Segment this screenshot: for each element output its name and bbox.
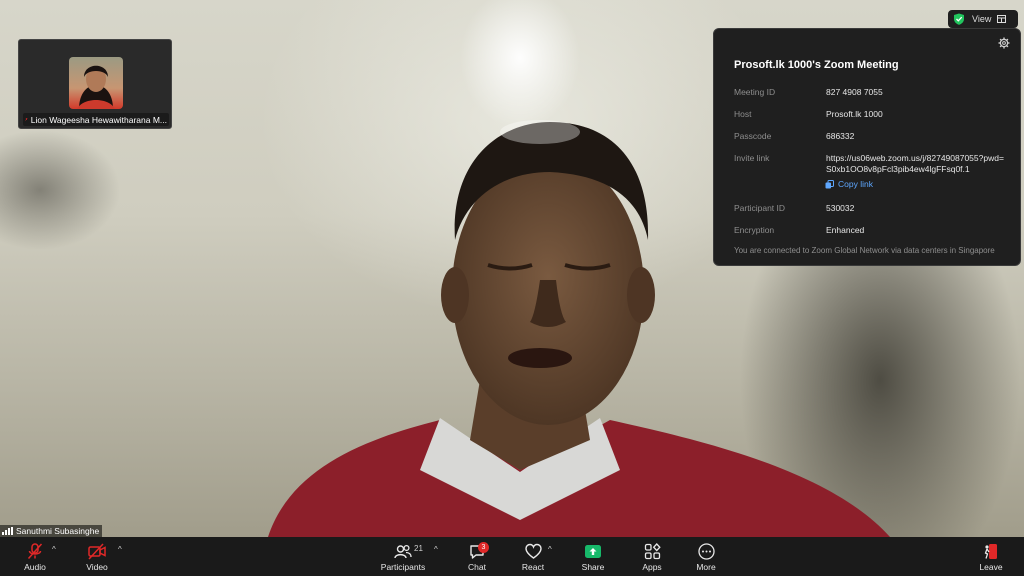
host-value: Prosoft.lk 1000: [826, 109, 883, 119]
more-label: More: [696, 562, 716, 572]
participants-options-chevron-icon[interactable]: ^: [434, 545, 438, 554]
participants-count: 21: [414, 544, 423, 553]
share-button[interactable]: Share: [578, 537, 608, 576]
passcode-value: 686332: [826, 131, 855, 141]
copy-icon: [825, 179, 834, 188]
participants-button[interactable]: Participants: [380, 537, 426, 576]
invite-link-value[interactable]: https://us06web.zoom.us/j/82749087055?pw…: [826, 153, 1006, 175]
share-screen-icon: [585, 545, 601, 558]
apps-label: Apps: [642, 562, 662, 572]
react-button[interactable]: React: [520, 537, 546, 576]
participant-name: Lion Wageesha Hewawitharana M...: [30, 114, 167, 125]
info-label: Passcode: [734, 131, 772, 141]
meeting-info-panel: Prosoft.lk 1000's Zoom Meeting Meeting I…: [713, 28, 1021, 266]
info-label: Encryption: [734, 225, 775, 235]
participant-id-value: 530032: [826, 203, 855, 213]
video-options-chevron-icon[interactable]: ^: [118, 545, 122, 554]
signal-bars-icon: [2, 527, 13, 535]
copy-link-button[interactable]: Copy link: [825, 179, 873, 189]
participant-name-tag: Lion Wageesha Hewawitharana M...: [23, 113, 169, 126]
react-options-chevron-icon[interactable]: ^: [548, 545, 552, 554]
info-label: Meeting ID: [734, 87, 776, 97]
camera-off-icon: [88, 543, 106, 560]
info-label: Participant ID: [734, 203, 786, 213]
meeting-toolbar: Audio ^ Video ^ Participants 21 ^ Chat 3: [0, 537, 1024, 576]
encryption-value: Enhanced: [826, 225, 865, 235]
microphone-muted-icon: [27, 543, 43, 560]
top-right-controls: View: [948, 10, 1018, 28]
chat-unread-badge: 3: [478, 542, 489, 553]
share-label: Share: [581, 562, 605, 572]
self-name-tag: Sanuthmi Subasinghe: [0, 525, 103, 537]
chat-label: Chat: [468, 562, 486, 572]
self-name: Sanuthmi Subasinghe: [16, 526, 100, 536]
audio-button[interactable]: Audio: [20, 537, 50, 576]
network-note: You are connected to Zoom Global Network…: [734, 246, 995, 255]
leave-label: Leave: [979, 562, 1003, 572]
audio-options-chevron-icon[interactable]: ^: [52, 545, 56, 554]
shield-check-icon[interactable]: [953, 13, 965, 25]
grid-view-icon: [997, 15, 1007, 23]
gear-icon[interactable]: [998, 37, 1010, 49]
view-button[interactable]: View: [972, 10, 1007, 28]
info-label: Invite link: [734, 153, 770, 163]
copy-link-label: Copy link: [838, 179, 873, 189]
participant-thumbnail[interactable]: Lion Wageesha Hewawitharana M...: [18, 39, 172, 129]
leave-button[interactable]: Leave: [976, 537, 1006, 576]
participants-label: Participants: [380, 562, 426, 572]
more-button[interactable]: More: [692, 537, 720, 576]
people-icon: [394, 544, 412, 559]
video-label: Video: [86, 562, 108, 572]
microphone-muted-icon: [25, 118, 28, 121]
audio-label: Audio: [24, 562, 46, 572]
heart-icon: [524, 543, 542, 559]
info-label: Host: [734, 109, 752, 119]
participant-photo: [69, 57, 123, 109]
more-dots-icon: [697, 543, 715, 560]
leave-door-icon: [984, 544, 997, 559]
react-label: React: [521, 562, 545, 572]
meeting-id-value: 827 4908 7055: [826, 87, 883, 97]
video-button[interactable]: Video: [82, 537, 112, 576]
apps-button[interactable]: Apps: [638, 537, 666, 576]
view-button-label: View: [972, 14, 992, 24]
meeting-title: Prosoft.lk 1000's Zoom Meeting: [734, 59, 899, 71]
apps-grid-icon: [644, 543, 661, 560]
